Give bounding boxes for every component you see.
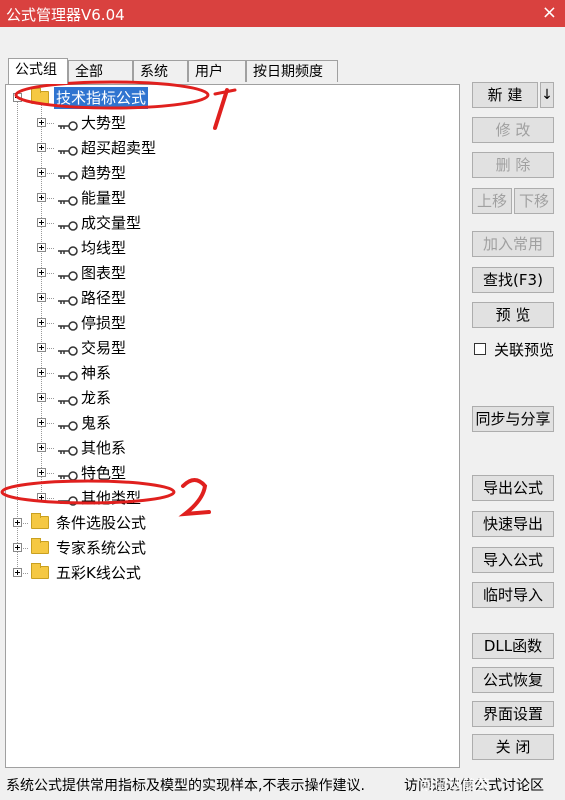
title-bar: 公式管理器V6.04 × — [0, 0, 565, 27]
key-icon — [56, 342, 78, 356]
folder-icon — [31, 538, 49, 554]
tree-node-subgroup[interactable]: 停损型 — [6, 312, 306, 334]
linked-preview-label: 关联预览 — [494, 341, 555, 359]
tree-label: 均线型 — [81, 239, 127, 257]
key-icon — [56, 192, 78, 206]
tree-node-subgroup[interactable]: 龙系 — [6, 387, 306, 409]
expand-icon[interactable] — [37, 193, 46, 202]
formula-restore-button[interactable]: 公式恢复 — [472, 667, 554, 693]
tree-node-group[interactable]: 专家系统公式 — [6, 537, 306, 559]
expand-icon[interactable] — [37, 443, 46, 452]
key-icon — [56, 217, 78, 231]
find-button[interactable]: 查找(F3) — [472, 267, 554, 293]
expand-icon[interactable] — [37, 293, 46, 302]
tree-label: 图表型 — [81, 264, 127, 282]
expand-icon[interactable] — [13, 518, 22, 527]
tree-label: 趋势型 — [81, 164, 127, 182]
add-to-common-button[interactable]: 加入常用 — [472, 231, 554, 257]
linked-preview-checkbox[interactable] — [474, 343, 486, 355]
expand-icon[interactable] — [13, 543, 22, 552]
expand-icon[interactable] — [37, 418, 46, 427]
key-icon — [56, 317, 78, 331]
tree-label: 其他系 — [81, 439, 127, 457]
tree-node-group[interactable]: 条件选股公式 — [6, 512, 306, 534]
annotation-mark-1 — [213, 88, 237, 130]
tree-node-subgroup[interactable]: 路径型 — [6, 287, 306, 309]
expand-icon[interactable] — [37, 393, 46, 402]
tree-node-subgroup[interactable]: 成交量型 — [6, 212, 306, 234]
tab-by-date-frequency[interactable]: 按日期频度 — [246, 60, 338, 82]
close-button[interactable]: 关 闭 — [472, 734, 554, 760]
close-icon[interactable]: × — [542, 2, 557, 23]
formula-tree-panel: 技术指标公式 大势型 超买超卖型 趋势型 能量型 成交量型 均线型 图表型 路径型 停损型 交易型… — [5, 84, 460, 768]
tree-node-subgroup[interactable]: 超买超卖型 — [6, 137, 306, 159]
expand-icon[interactable] — [37, 268, 46, 277]
status-text: 系统公式提供常用指标及模型的实现样本,不表示操作建议. — [6, 778, 365, 794]
expand-icon[interactable] — [37, 168, 46, 177]
key-icon — [56, 367, 78, 381]
expand-icon[interactable] — [37, 343, 46, 352]
key-icon — [56, 267, 78, 281]
folder-icon — [31, 563, 49, 579]
export-formula-button[interactable]: 导出公式 — [472, 475, 554, 501]
tree-label: 成交量型 — [81, 214, 142, 232]
tree-label: 龙系 — [81, 389, 112, 407]
tree-label: 专家系统公式 — [56, 539, 147, 557]
tab-formula-group[interactable]: 公式组 — [8, 58, 68, 84]
tree-node-subgroup[interactable]: 图表型 — [6, 262, 306, 284]
annotation-circle-2 — [0, 479, 176, 505]
annotation-mark-2 — [178, 478, 211, 517]
expand-icon[interactable] — [37, 218, 46, 227]
folder-icon — [31, 513, 49, 529]
key-icon — [56, 242, 78, 256]
expand-icon[interactable] — [37, 143, 46, 152]
new-button[interactable]: 新 建 — [472, 82, 538, 108]
key-icon — [56, 417, 78, 431]
watermark-text: 泡椒炒酸菜 — [420, 778, 490, 794]
move-down-button[interactable]: 下移 — [514, 188, 554, 214]
tree-label: 鬼系 — [81, 414, 112, 432]
import-formula-button[interactable]: 导入公式 — [472, 547, 554, 573]
key-icon — [56, 392, 78, 406]
tree-label: 条件选股公式 — [56, 514, 147, 532]
tree-node-group[interactable]: 五彩K线公式 — [6, 562, 306, 584]
tree-node-subgroup[interactable]: 均线型 — [6, 237, 306, 259]
expand-icon[interactable] — [37, 318, 46, 327]
key-icon — [56, 292, 78, 306]
quick-export-button[interactable]: 快速导出 — [472, 511, 554, 537]
move-up-button[interactable]: 上移 — [472, 188, 512, 214]
tree-label: 交易型 — [81, 339, 127, 357]
tree-label: 路径型 — [81, 289, 127, 307]
tree-node-subgroup[interactable]: 其他系 — [6, 437, 306, 459]
modify-button[interactable]: 修 改 — [472, 117, 554, 143]
tree-label: 停损型 — [81, 314, 127, 332]
window-title: 公式管理器V6.04 — [6, 6, 125, 24]
key-icon — [56, 442, 78, 456]
dll-functions-button[interactable]: DLL函数 — [472, 633, 554, 659]
tree-node-subgroup[interactable]: 神系 — [6, 362, 306, 384]
ui-settings-button[interactable]: 界面设置 — [472, 701, 554, 727]
tree-node-subgroup[interactable]: 趋势型 — [6, 162, 306, 184]
tree-node-subgroup[interactable]: 鬼系 — [6, 412, 306, 434]
temp-import-button[interactable]: 临时导入 — [472, 582, 554, 608]
tree-label: 神系 — [81, 364, 112, 382]
tree-node-subgroup[interactable]: 能量型 — [6, 187, 306, 209]
preview-button[interactable]: 预 览 — [472, 302, 554, 328]
sync-share-button[interactable]: 同步与分享 — [472, 406, 554, 432]
key-icon — [56, 142, 78, 156]
delete-button[interactable]: 删 除 — [472, 152, 554, 178]
tree-label: 超买超卖型 — [81, 139, 157, 157]
status-bar: 系统公式提供常用指标及模型的实现样本,不表示操作建议. 访问通达信公式讨论区 泡… — [0, 770, 565, 800]
tree-label: 五彩K线公式 — [56, 564, 141, 582]
key-icon — [56, 167, 78, 181]
tree-label: 能量型 — [81, 189, 127, 207]
expand-icon[interactable] — [37, 243, 46, 252]
expand-icon[interactable] — [37, 368, 46, 377]
expand-icon[interactable] — [13, 568, 22, 577]
new-dropdown-button[interactable]: ↓ — [540, 82, 554, 108]
tree-node-subgroup[interactable]: 交易型 — [6, 337, 306, 359]
